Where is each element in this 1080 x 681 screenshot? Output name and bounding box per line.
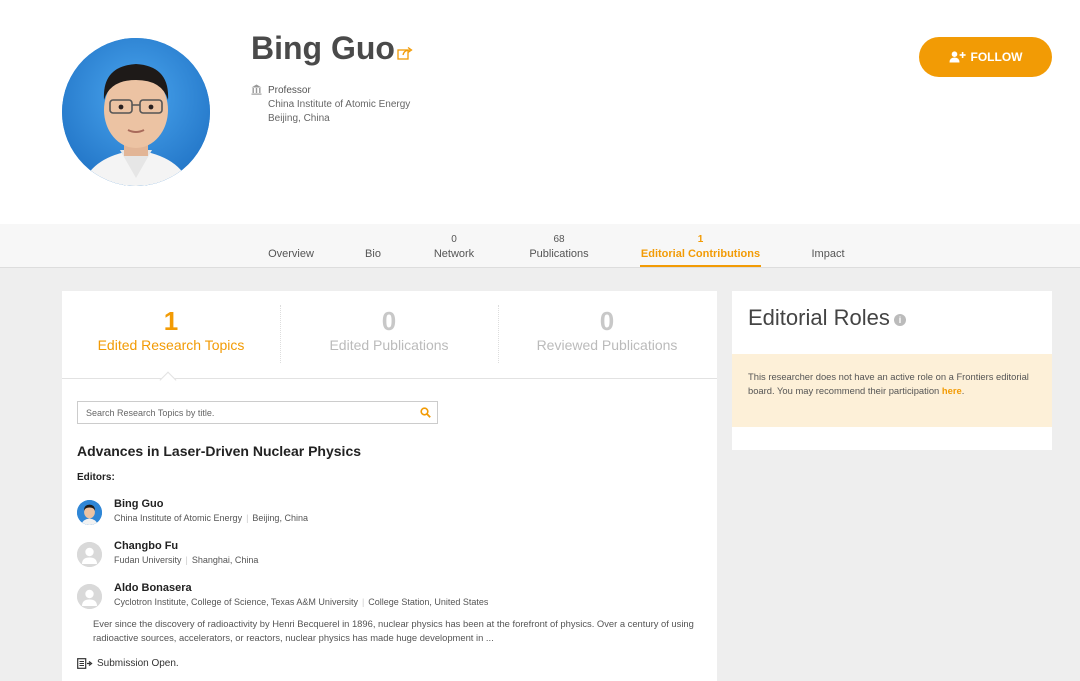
info-icon[interactable]: i bbox=[894, 314, 906, 326]
tab-editorial-label: Editorial Contributions bbox=[640, 248, 761, 260]
editor-item[interactable]: Changbo Fu Fudan University | Shanghai, Ch… bbox=[77, 540, 707, 570]
editor-institution: Fudan University bbox=[114, 555, 182, 565]
tab-impact[interactable]: Impact bbox=[806, 224, 850, 268]
editor-name[interactable]: Aldo Bonasera bbox=[114, 582, 192, 594]
tab-network[interactable]: 0 Network bbox=[428, 224, 480, 268]
editor-avatar bbox=[77, 500, 102, 525]
editor-location: College Station, United States bbox=[368, 597, 489, 607]
stat-value: 0 bbox=[599, 306, 615, 336]
submission-icon bbox=[77, 658, 93, 669]
add-user-icon bbox=[949, 51, 966, 63]
editor-affiliation: China Institute of Atomic Energy | Beijing… bbox=[114, 513, 308, 523]
profile-nav: Overview Bio 0 Network 68 Publications 1… bbox=[0, 224, 1080, 268]
editor-location: Beijing, China bbox=[252, 513, 308, 523]
editor-institution: China Institute of Atomic Energy bbox=[114, 513, 243, 523]
submission-text: Submission Open. bbox=[97, 658, 179, 669]
stat-edited-research-topics[interactable]: 1 Edited Research Topics bbox=[62, 307, 280, 355]
stat-value: 0 bbox=[381, 306, 397, 336]
editor-item[interactable]: Bing Guo China Institute of Atomic Energ… bbox=[77, 498, 707, 528]
tab-bio-label: Bio bbox=[365, 248, 381, 260]
institution-icon bbox=[251, 84, 262, 95]
tab-publications-label: Publications bbox=[529, 248, 589, 260]
profile-header: Bing Guo Professor China Institute of At… bbox=[0, 0, 1080, 224]
tab-impact-label: Impact bbox=[811, 248, 845, 260]
profile-institution: China Institute of Atomic Energy bbox=[268, 99, 411, 110]
tab-overview[interactable]: Overview bbox=[262, 224, 320, 268]
editor-affiliation: Fudan University | Shanghai, China bbox=[114, 555, 259, 565]
tab-publications-count: 68 bbox=[553, 234, 565, 245]
stat-label: Edited Research Topics bbox=[97, 337, 245, 353]
editor-avatar bbox=[77, 542, 102, 567]
profile-avatar bbox=[62, 38, 210, 186]
tab-network-count: 0 bbox=[451, 234, 457, 245]
profile-title: Professor bbox=[268, 85, 311, 96]
editorial-roles-card: Editorial Roles i This researcher does n… bbox=[732, 291, 1052, 450]
editor-avatar bbox=[77, 584, 102, 609]
stat-reviewed-publications[interactable]: 0 Reviewed Publications bbox=[498, 307, 716, 355]
stat-label: Edited Publications bbox=[329, 337, 449, 353]
recommend-here-link[interactable]: here bbox=[942, 385, 962, 396]
profile-name: Bing Guo bbox=[251, 30, 395, 66]
stat-value: 1 bbox=[163, 306, 179, 336]
active-stat-pointer bbox=[159, 371, 177, 389]
research-topic-search bbox=[77, 401, 438, 424]
follow-button[interactable]: FOLLOW bbox=[919, 37, 1052, 77]
editor-name[interactable]: Bing Guo bbox=[114, 498, 164, 510]
share-icon[interactable] bbox=[397, 46, 413, 60]
tab-network-label: Network bbox=[433, 248, 475, 260]
notice-period: . bbox=[961, 385, 965, 396]
editor-name[interactable]: Changbo Fu bbox=[114, 540, 178, 552]
editor-item[interactable]: Aldo Bonasera Cyclotron Institute, Colle… bbox=[77, 582, 707, 612]
tab-editorial-count: 1 bbox=[697, 234, 704, 245]
follow-label: FOLLOW bbox=[970, 50, 1023, 64]
tab-overview-label: Overview bbox=[268, 248, 314, 260]
search-icon[interactable] bbox=[420, 407, 431, 418]
editorial-contributions-card: 1 Edited Research Topics 0 Edited Public… bbox=[62, 291, 717, 681]
profile-affiliation: Professor China Institute of Atomic Ener… bbox=[268, 84, 410, 126]
editor-affiliation: Cyclotron Institute, College of Science,… bbox=[114, 597, 489, 607]
search-input[interactable] bbox=[78, 402, 408, 423]
editorial-roles-title: Editorial Roles bbox=[748, 305, 890, 330]
editorial-roles-notice: This researcher does not have an active … bbox=[732, 354, 1052, 427]
editor-location: Shanghai, China bbox=[191, 555, 259, 565]
profile-location: Beijing, China bbox=[268, 113, 330, 124]
editors-label: Editors: bbox=[77, 472, 115, 483]
notice-text: This researcher does not have an active … bbox=[748, 371, 1029, 396]
tab-bio[interactable]: Bio bbox=[360, 224, 386, 268]
stat-label: Reviewed Publications bbox=[536, 337, 678, 353]
tab-publications[interactable]: 68 Publications bbox=[522, 224, 596, 268]
topic-description: Ever since the discovery of radioactivit… bbox=[93, 618, 694, 643]
tab-editorial-contributions[interactable]: 1 Editorial Contributions bbox=[640, 224, 761, 267]
submission-status: Submission Open. bbox=[77, 658, 179, 669]
stat-edited-publications[interactable]: 0 Edited Publications bbox=[280, 307, 498, 355]
editor-institution: Cyclotron Institute, College of Science,… bbox=[114, 597, 358, 607]
research-topic-title[interactable]: Advances in Laser-Driven Nuclear Physics bbox=[77, 443, 361, 459]
